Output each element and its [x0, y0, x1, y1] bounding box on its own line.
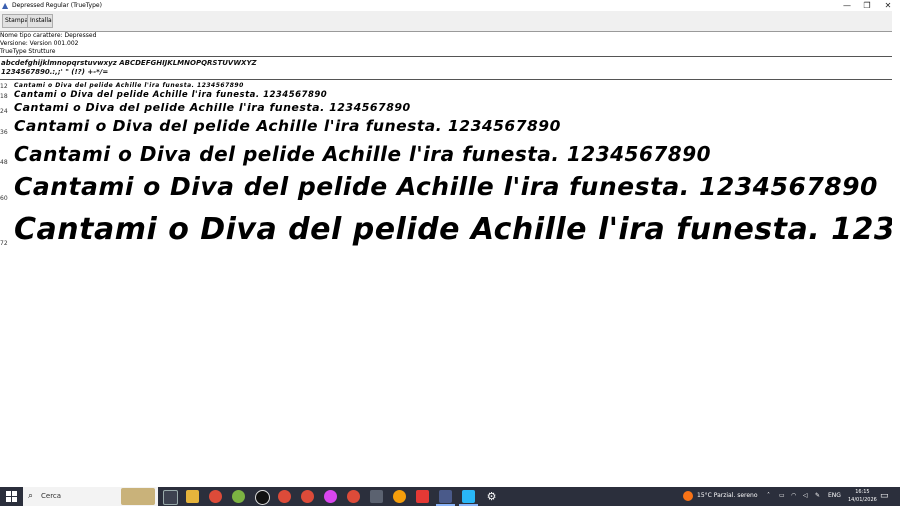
- task-view-icon[interactable]: [163, 490, 178, 505]
- volume-icon[interactable]: ◁: [803, 491, 808, 501]
- install-button[interactable]: Installa: [27, 14, 53, 28]
- weather-text[interactable]: 15°C Parzial. sereno: [697, 491, 758, 501]
- maximize-button[interactable]: ❐: [856, 0, 878, 11]
- clock[interactable]: 16:15 14/01/2026: [848, 488, 877, 504]
- start-button[interactable]: [6, 491, 17, 502]
- minimize-button[interactable]: —: [836, 0, 858, 11]
- app-icon[interactable]: [324, 490, 337, 503]
- sample-line-60: Cantami o Diva del pelide Achille l'ira …: [14, 172, 878, 201]
- charset-digits: 1234567890.:,;' " (!?) +-*/=: [1, 68, 109, 76]
- font-app-icon: ▲: [2, 1, 9, 10]
- font-version-info: Versione: Version 001.002: [0, 40, 79, 47]
- weather-icon: [683, 491, 693, 501]
- battery-icon[interactable]: ▭: [779, 491, 785, 501]
- title-bar: ▲ Depressed Regular (TrueType): [0, 0, 892, 11]
- charset-letters: abcdefghijklmnopqrstuvwxyz ABCDEFGHIJKLM…: [1, 59, 257, 67]
- clock-date: 14/01/2026: [848, 497, 877, 503]
- taskbar-search-box[interactable]: ⌕ Cerca: [23, 487, 158, 506]
- clock-time: 16:15: [855, 489, 870, 495]
- close-button[interactable]: ✕: [877, 0, 899, 11]
- search-placeholder: Cerca: [41, 492, 62, 500]
- app-icon[interactable]: [393, 490, 406, 503]
- chrome-icon[interactable]: [209, 490, 222, 503]
- sample-line-72: Cantami o Diva del pelide Achille l'ira …: [14, 212, 892, 247]
- chevron-up-icon[interactable]: ˄: [767, 491, 770, 501]
- language-indicator[interactable]: ENG: [828, 491, 841, 501]
- font-type-info: TrueType Strutture: [0, 48, 56, 55]
- settings-icon[interactable]: ⚙: [485, 490, 498, 503]
- taskbar: ⌕ Cerca ⚙ 15°C Parzial. sereno ˄ ▭ ◠ ◁ ✎…: [0, 487, 900, 506]
- size-label: 36: [0, 129, 8, 136]
- size-label: 24: [0, 108, 8, 115]
- app-icon[interactable]: [462, 490, 475, 503]
- search-icon: ⌕: [28, 491, 34, 501]
- chrome-icon[interactable]: [301, 490, 314, 503]
- network-icon[interactable]: ◠: [791, 491, 796, 501]
- chrome-icon[interactable]: [347, 490, 360, 503]
- unreal-icon[interactable]: [255, 490, 270, 505]
- preview-area: ▲ Depressed Regular (TrueType) Stampa In…: [0, 0, 892, 506]
- print-button[interactable]: Stampa: [2, 14, 28, 28]
- app-icon[interactable]: [370, 490, 383, 503]
- window-title: Depressed Regular (TrueType): [12, 2, 102, 9]
- app-icon[interactable]: [416, 490, 429, 503]
- size-label: 48: [0, 159, 8, 166]
- font-name-info: Nome tipo carattere: Depressed: [0, 32, 97, 39]
- divider: [0, 56, 892, 57]
- toolbar: Stampa Installa: [0, 11, 892, 32]
- font-viewer-icon[interactable]: [439, 490, 452, 503]
- size-label: 60: [0, 195, 8, 202]
- app-icon[interactable]: [232, 490, 245, 503]
- sample-line-48: Cantami o Diva del pelide Achille l'ira …: [14, 142, 712, 166]
- notifications-icon[interactable]: ▭: [880, 491, 889, 501]
- sample-line-24: Cantami o Diva del pelide Achille l'ira …: [14, 101, 411, 114]
- size-label: 12: [0, 83, 8, 90]
- size-label: 72: [0, 240, 8, 247]
- size-label: 18: [0, 93, 8, 100]
- pen-icon[interactable]: ✎: [815, 491, 820, 501]
- sample-line-36: Cantami o Diva del pelide Achille l'ira …: [14, 117, 561, 135]
- file-explorer-icon[interactable]: [186, 490, 199, 503]
- vertical-scrollbar[interactable]: [892, 31, 900, 487]
- divider: [0, 79, 892, 80]
- chrome-icon[interactable]: [278, 490, 291, 503]
- search-highlight-image: [121, 488, 155, 505]
